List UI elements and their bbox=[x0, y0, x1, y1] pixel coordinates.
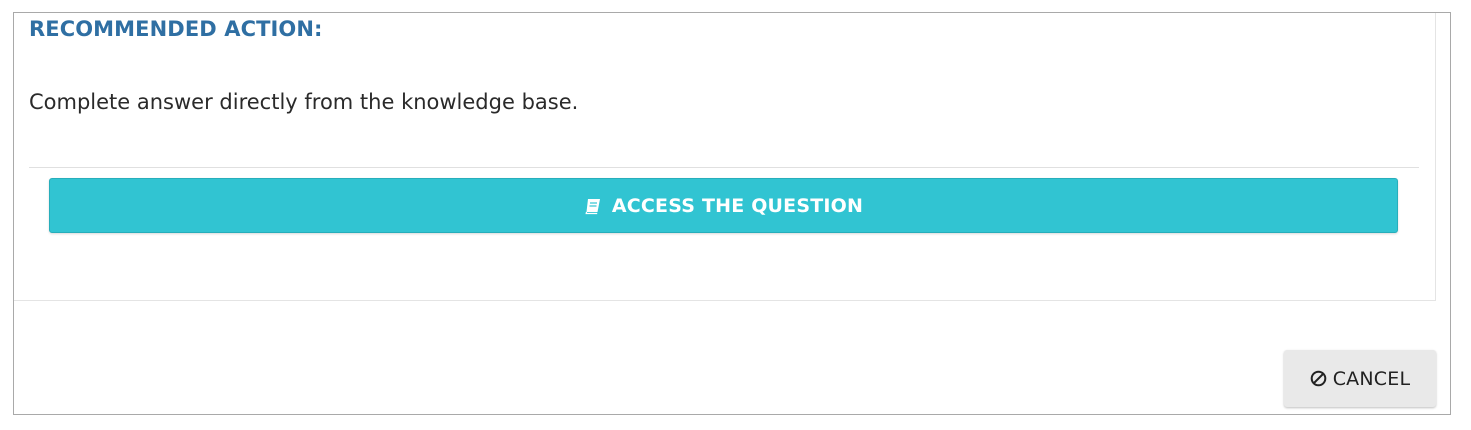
recommended-action-text: Complete answer directly from the knowle… bbox=[29, 90, 579, 114]
modal-dialog: RECOMMENDED ACTION: Complete answer dire… bbox=[13, 12, 1451, 415]
access-question-label: ACCESS THE QUESTION bbox=[611, 194, 864, 217]
cancel-label: CANCEL bbox=[1332, 367, 1411, 390]
access-question-button[interactable]: ACCESS THE QUESTION bbox=[49, 178, 1398, 233]
recommended-action-heading: RECOMMENDED ACTION: bbox=[29, 17, 323, 41]
divider bbox=[29, 167, 1419, 168]
ban-icon bbox=[1310, 370, 1327, 387]
book-icon bbox=[584, 197, 602, 215]
cancel-button[interactable]: CANCEL bbox=[1284, 350, 1436, 407]
recommendation-panel: RECOMMENDED ACTION: Complete answer dire… bbox=[14, 13, 1436, 301]
